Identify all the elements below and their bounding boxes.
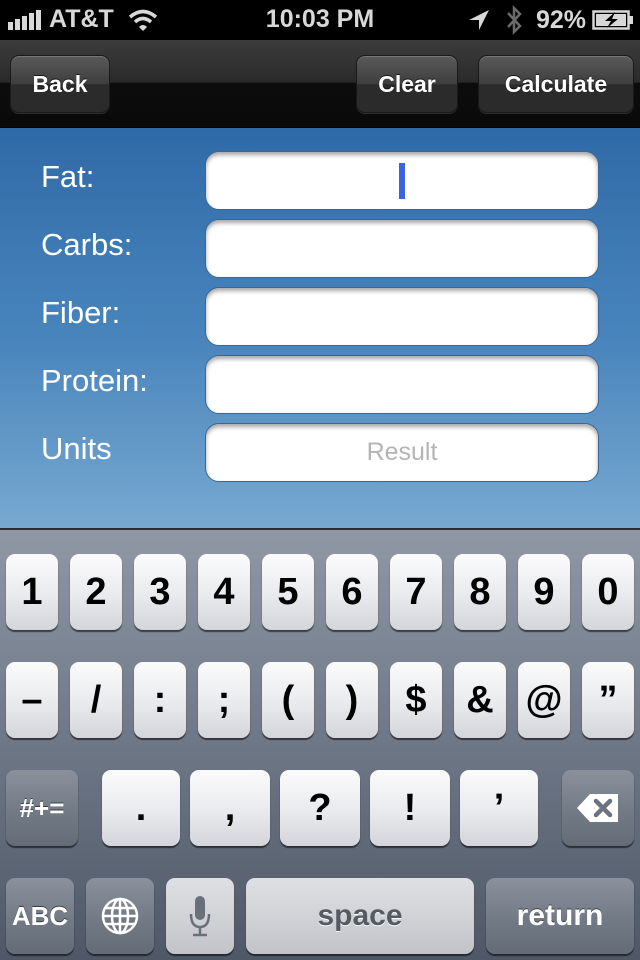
- status-bar: AT&T 10:03 PM 92%: [0, 0, 640, 40]
- fiber-input[interactable]: [205, 287, 599, 346]
- key-5[interactable]: 5: [262, 554, 314, 630]
- abc-key[interactable]: ABC: [6, 878, 74, 954]
- fiber-label: Fiber:: [41, 295, 121, 330]
- clear-button[interactable]: Clear: [356, 55, 458, 113]
- carbs-input[interactable]: [205, 219, 599, 278]
- key-question[interactable]: ?: [280, 770, 360, 846]
- units-row: Units Result: [0, 423, 640, 483]
- microphone-key[interactable]: [166, 878, 234, 954]
- key-dollar[interactable]: $: [390, 662, 442, 738]
- key-apostrophe[interactable]: ’: [460, 770, 538, 846]
- fat-label: Fat:: [41, 159, 95, 194]
- battery-percent: 92%: [535, 5, 586, 34]
- backspace-key[interactable]: [562, 770, 634, 846]
- space-key[interactable]: space: [246, 878, 474, 954]
- calculate-button[interactable]: Calculate: [478, 55, 634, 113]
- key-0[interactable]: 0: [582, 554, 634, 630]
- key-semicolon[interactable]: ;: [198, 662, 250, 738]
- key-1[interactable]: 1: [6, 554, 58, 630]
- key-quote[interactable]: ”: [582, 662, 634, 738]
- units-label: Units: [41, 431, 112, 466]
- key-exclamation[interactable]: !: [370, 770, 450, 846]
- key-at[interactable]: @: [518, 662, 570, 738]
- key-period[interactable]: .: [102, 770, 180, 846]
- globe-icon: [101, 897, 139, 935]
- units-result-field[interactable]: Result: [205, 423, 599, 482]
- key-open-paren[interactable]: (: [262, 662, 314, 738]
- key-comma[interactable]: ,: [190, 770, 270, 846]
- text-cursor: [399, 162, 405, 199]
- backspace-icon: [577, 794, 618, 822]
- carbs-label: Carbs:: [41, 227, 133, 262]
- key-close-paren[interactable]: ): [326, 662, 378, 738]
- key-colon[interactable]: :: [134, 662, 186, 738]
- return-key[interactable]: return: [486, 878, 634, 954]
- status-bar-right: 92%: [468, 5, 634, 35]
- key-9[interactable]: 9: [518, 554, 570, 630]
- key-8[interactable]: 8: [454, 554, 506, 630]
- battery-charging-icon: [592, 10, 633, 30]
- fat-row: Fat:: [0, 151, 640, 211]
- key-2[interactable]: 2: [70, 554, 122, 630]
- key-slash[interactable]: /: [70, 662, 122, 738]
- keyboard: 1 2 3 4 5 6 7 8 9 0 – / : ; ( ) $ & @ ” …: [0, 528, 640, 960]
- key-7[interactable]: 7: [390, 554, 442, 630]
- globe-key[interactable]: [86, 878, 154, 954]
- fiber-row: Fiber:: [0, 287, 640, 347]
- microphone-icon: [189, 896, 211, 937]
- carbs-row: Carbs:: [0, 219, 640, 279]
- back-button[interactable]: Back: [10, 55, 110, 113]
- key-4[interactable]: 4: [198, 554, 250, 630]
- key-3[interactable]: 3: [134, 554, 186, 630]
- fat-input[interactable]: [205, 151, 599, 210]
- protein-label: Protein:: [41, 363, 148, 398]
- protein-input[interactable]: [205, 355, 599, 414]
- nav-bar: Back Clear Calculate: [0, 40, 640, 128]
- nutrition-form: Fat: Carbs: Fiber: Protein: Units Result: [0, 128, 640, 528]
- result-placeholder: Result: [366, 438, 438, 466]
- location-arrow-icon: [468, 10, 489, 30]
- key-ampersand[interactable]: &: [454, 662, 506, 738]
- key-6[interactable]: 6: [326, 554, 378, 630]
- key-dash[interactable]: –: [6, 662, 58, 738]
- symbols-toggle-key[interactable]: #+=: [6, 770, 78, 846]
- protein-row: Protein:: [0, 355, 640, 415]
- bluetooth-icon: [507, 5, 522, 35]
